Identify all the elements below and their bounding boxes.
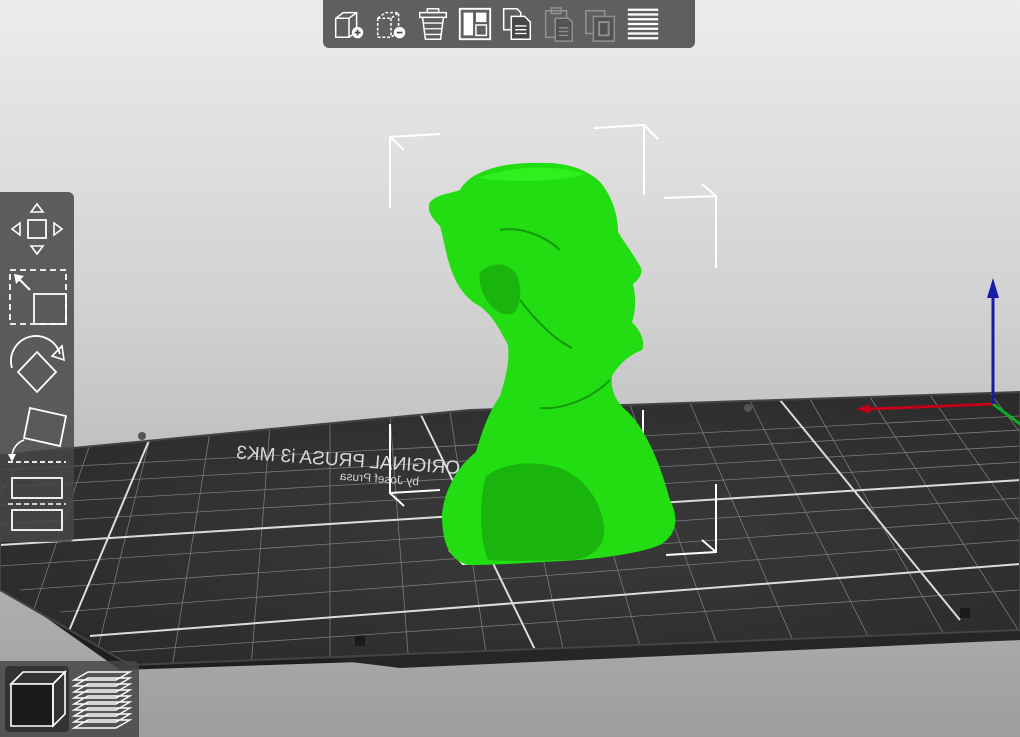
- move-button[interactable]: [4, 196, 70, 262]
- rotate-button[interactable]: [4, 332, 70, 398]
- copy-icon: [502, 8, 532, 40]
- add-object-button[interactable]: [329, 2, 369, 46]
- delete-button[interactable]: [371, 2, 411, 46]
- copy-button[interactable]: [497, 2, 537, 46]
- instance-icon: [585, 9, 616, 42]
- add-object-icon: [334, 11, 364, 39]
- bust-model[interactable]: [428, 162, 676, 565]
- preview-view-button[interactable]: [70, 666, 134, 732]
- layers-icon: [71, 671, 133, 729]
- split-icon: [627, 8, 659, 40]
- place-on-face-button[interactable]: [4, 400, 70, 466]
- place-on-face-icon: [8, 406, 68, 463]
- trash-icon: [418, 8, 448, 40]
- cut-button[interactable]: [4, 468, 70, 534]
- scale-button[interactable]: [4, 264, 70, 330]
- scale-icon: [9, 269, 67, 325]
- 3d-editor-view-button[interactable]: [5, 666, 69, 732]
- arrange-icon: [458, 7, 492, 41]
- add-instance-button[interactable]: [581, 2, 621, 46]
- paste-icon: [544, 7, 574, 42]
- move-icon: [10, 202, 64, 256]
- delete-icon: [376, 11, 406, 39]
- delete-all-button[interactable]: [413, 2, 453, 46]
- cube-icon: [9, 670, 67, 728]
- paste-button[interactable]: [539, 2, 579, 46]
- view-toolbar: [0, 661, 139, 737]
- gizmo-toolbar: [0, 192, 74, 542]
- main-toolbar: [323, 0, 695, 48]
- split-button[interactable]: [623, 2, 663, 46]
- rotate-icon: [10, 335, 65, 394]
- arrange-button[interactable]: [455, 2, 495, 46]
- cut-icon: [8, 477, 66, 531]
- 3d-viewport[interactable]: ORIGINAL PRUSA i3 MK3 by Josef Prusa: [0, 0, 1020, 737]
